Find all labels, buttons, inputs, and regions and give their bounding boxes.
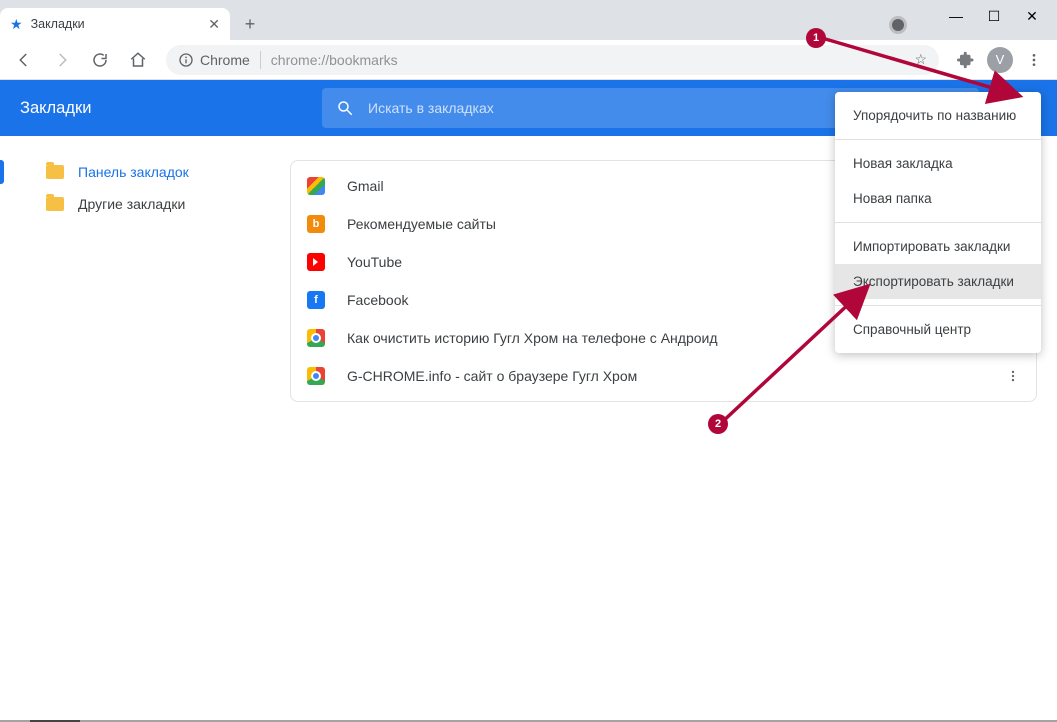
url-text: chrome://bookmarks — [271, 52, 398, 68]
omnibox-separator — [260, 51, 261, 69]
tab-title: Закладки — [31, 17, 85, 31]
folder-icon — [46, 165, 64, 179]
menu-separator — [835, 222, 1041, 223]
menu-new-folder[interactable]: Новая папка — [835, 181, 1041, 216]
bookmark-star-icon: ★ — [10, 16, 23, 33]
new-tab-button[interactable]: + — [236, 10, 264, 38]
window-controls: — ☐ ✕ — [931, 0, 1057, 32]
bookmark-label: Gmail — [347, 178, 384, 194]
sidebar-item-other-bookmarks[interactable]: Другие закладки — [0, 188, 290, 220]
annotation-badge-2: 2 — [708, 414, 728, 434]
bing-icon: b — [307, 215, 325, 233]
minimize-icon[interactable]: — — [949, 8, 963, 24]
address-bar[interactable]: Chrome chrome://bookmarks ☆ — [166, 45, 939, 75]
menu-separator — [835, 139, 1041, 140]
bookmark-label: Рекомендуемые сайты — [347, 216, 496, 232]
menu-new-bookmark[interactable]: Новая закладка — [835, 146, 1041, 181]
menu-export-bookmarks[interactable]: Экспортировать закладки — [835, 264, 1041, 299]
profile-indicator-icon — [889, 16, 907, 34]
page-title: Закладки — [20, 99, 310, 118]
tab-close-icon[interactable]: ✕ — [208, 16, 220, 33]
reload-button[interactable] — [84, 44, 116, 76]
maximize-icon[interactable]: ☐ — [987, 8, 1001, 25]
menu-sort-by-name[interactable]: Упорядочить по названию — [835, 98, 1041, 133]
bookmark-label: G-CHROME.info - сайт о браузере Гугл Хро… — [347, 368, 637, 384]
bookmark-label: Как очистить историю Гугл Хром на телефо… — [347, 330, 718, 346]
annotation-badge-1: 1 — [806, 28, 826, 48]
extensions-button[interactable] — [951, 45, 981, 75]
organize-menu: Упорядочить по названию Новая закладка Н… — [835, 92, 1041, 353]
row-more-icon[interactable] — [1006, 369, 1020, 383]
chrome-icon — [307, 329, 325, 347]
menu-help-center[interactable]: Справочный центр — [835, 312, 1041, 347]
bookmark-label: YouTube — [347, 254, 402, 270]
bookmark-row[interactable]: G-CHROME.info - сайт о браузере Гугл Хро… — [291, 357, 1036, 395]
gmail-icon — [307, 177, 325, 195]
youtube-icon — [307, 253, 325, 271]
chrome-icon — [307, 367, 325, 385]
close-window-icon[interactable]: ✕ — [1025, 8, 1039, 25]
bookmark-label: Facebook — [347, 292, 408, 308]
bookmark-tree: Панель закладок Другие закладки — [0, 136, 290, 722]
menu-separator — [835, 305, 1041, 306]
site-info-icon[interactable]: Chrome — [178, 52, 250, 68]
bookmark-page-icon[interactable]: ☆ — [914, 51, 927, 68]
facebook-icon: f — [307, 291, 325, 309]
menu-import-bookmarks[interactable]: Импортировать закладки — [835, 229, 1041, 264]
site-identity-label: Chrome — [200, 52, 250, 68]
sidebar-item-label: Панель закладок — [78, 164, 189, 180]
active-tab[interactable]: ★ Закладки ✕ — [0, 8, 230, 40]
back-button[interactable] — [8, 44, 40, 76]
folder-icon — [46, 197, 64, 211]
sidebar-item-bookmarks-bar[interactable]: Панель закладок — [0, 156, 290, 188]
home-button[interactable] — [122, 44, 154, 76]
sidebar-item-label: Другие закладки — [78, 196, 185, 212]
forward-button[interactable] — [46, 44, 78, 76]
window-titlebar: ★ Закладки ✕ + — ☐ ✕ — [0, 0, 1057, 40]
avatar-letter: V — [996, 52, 1005, 67]
profile-avatar[interactable]: V — [987, 47, 1013, 73]
search-icon — [336, 99, 354, 117]
browser-toolbar: Chrome chrome://bookmarks ☆ V — [0, 40, 1057, 80]
chrome-menu-button[interactable] — [1019, 45, 1049, 75]
